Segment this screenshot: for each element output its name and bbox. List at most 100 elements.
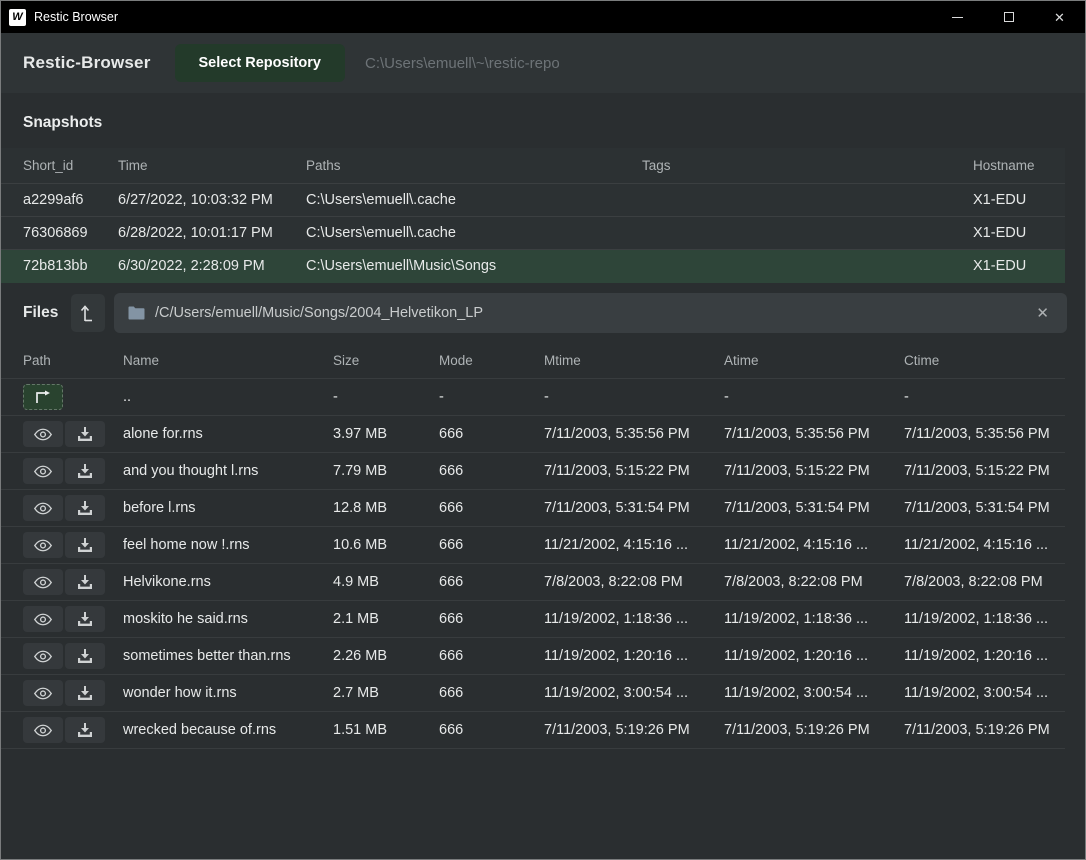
- snapshots-section-title: Snapshots: [1, 93, 1085, 148]
- files-table-body: alone for.rns 3.97 MB 666 7/11/2003, 5:3…: [1, 415, 1065, 748]
- preview-file-button[interactable]: [23, 717, 63, 743]
- file-size: 3.97 MB: [333, 426, 439, 442]
- column-header-path: Path: [23, 353, 123, 368]
- file-mode: 666: [439, 537, 544, 553]
- snapshot-row[interactable]: 76306869 6/28/2022, 10:01:17 PM C:\Users…: [1, 217, 1065, 250]
- snapshot-short-id: 76306869: [23, 225, 118, 241]
- maximize-button[interactable]: [983, 1, 1034, 33]
- download-file-button[interactable]: [65, 569, 105, 595]
- close-button[interactable]: ✕: [1034, 1, 1085, 33]
- app-header: Restic-Browser Select Repository C:\User…: [1, 33, 1085, 93]
- preview-file-button[interactable]: [23, 458, 63, 484]
- file-mtime: -: [544, 389, 724, 405]
- file-name: before l.rns: [123, 500, 333, 516]
- file-size: 10.6 MB: [333, 537, 439, 553]
- file-ctime: 11/21/2002, 4:15:16 ...: [904, 537, 1065, 553]
- file-atime: 11/19/2002, 3:00:54 ...: [724, 685, 904, 701]
- file-mtime: 11/19/2002, 1:20:16 ...: [544, 648, 724, 664]
- file-mtime: 7/8/2003, 8:22:08 PM: [544, 574, 724, 590]
- file-mode: 666: [439, 611, 544, 627]
- snapshot-row[interactable]: a2299af6 6/27/2022, 10:03:32 PM C:\Users…: [1, 184, 1065, 217]
- window-controls: ✕: [932, 1, 1085, 33]
- file-atime: -: [724, 389, 904, 405]
- preview-file-button[interactable]: [23, 680, 63, 706]
- file-size: 12.8 MB: [333, 500, 439, 516]
- file-name: Helvikone.rns: [123, 574, 333, 590]
- clear-path-button[interactable]: ✕: [1032, 302, 1053, 324]
- files-table-header: Path Name Size Mode Mtime Atime Ctime: [1, 343, 1065, 378]
- level-up-icon: [80, 304, 96, 322]
- parent-arrow-icon: [34, 390, 52, 404]
- preview-file-button[interactable]: [23, 569, 63, 595]
- eye-icon: [34, 539, 52, 552]
- download-file-button[interactable]: [65, 680, 105, 706]
- snapshot-row[interactable]: 72b813bb 6/30/2022, 2:28:09 PM C:\Users\…: [1, 250, 1065, 283]
- eye-icon: [34, 428, 52, 441]
- file-size: -: [333, 389, 439, 405]
- eye-icon: [34, 650, 52, 663]
- download-file-button[interactable]: [65, 421, 105, 447]
- snapshot-hostname: X1-EDU: [973, 225, 1065, 241]
- file-size: 1.51 MB: [333, 722, 439, 738]
- preview-file-button[interactable]: [23, 421, 63, 447]
- level-up-button[interactable]: [71, 294, 105, 332]
- column-header-hostname: Hostname: [973, 158, 1065, 173]
- go-to-parent-button[interactable]: [23, 384, 63, 410]
- minimize-button[interactable]: [932, 1, 983, 33]
- file-row: wonder how it.rns 2.7 MB 666 11/19/2002,…: [1, 674, 1065, 711]
- snapshot-paths: C:\Users\emuell\Music\Songs: [306, 258, 642, 274]
- download-file-button[interactable]: [65, 532, 105, 558]
- snapshots-table-header: Short_id Time Paths Tags Hostname: [1, 148, 1065, 184]
- file-mtime: 11/19/2002, 1:18:36 ...: [544, 611, 724, 627]
- download-file-button[interactable]: [65, 495, 105, 521]
- file-mtime: 7/11/2003, 5:31:54 PM: [544, 500, 724, 516]
- wails-app-icon: W: [9, 9, 26, 26]
- file-row: alone for.rns 3.97 MB 666 7/11/2003, 5:3…: [1, 415, 1065, 452]
- download-file-button[interactable]: [65, 458, 105, 484]
- parent-dir-row: .. - - - - -: [1, 378, 1065, 415]
- file-ctime: 7/8/2003, 8:22:08 PM: [904, 574, 1065, 590]
- titlebar: W Restic Browser ✕: [1, 1, 1085, 33]
- column-header-name: Name: [123, 353, 333, 368]
- file-size: 2.7 MB: [333, 685, 439, 701]
- file-mtime: 7/11/2003, 5:15:22 PM: [544, 463, 724, 479]
- preview-file-button[interactable]: [23, 643, 63, 669]
- clear-path-icon: ✕: [1036, 305, 1049, 322]
- file-mode: 666: [439, 500, 544, 516]
- file-mtime: 7/11/2003, 5:35:56 PM: [544, 426, 724, 442]
- download-icon: [77, 538, 93, 553]
- file-ctime: 7/11/2003, 5:35:56 PM: [904, 426, 1065, 442]
- file-ctime: -: [904, 389, 1065, 405]
- folder-icon: [128, 306, 145, 320]
- preview-file-button[interactable]: [23, 606, 63, 632]
- preview-file-button[interactable]: [23, 532, 63, 558]
- snapshot-time: 6/30/2022, 2:28:09 PM: [118, 258, 306, 274]
- column-header-mtime: Mtime: [544, 353, 724, 368]
- file-ctime: 7/11/2003, 5:19:26 PM: [904, 722, 1065, 738]
- repository-path: C:\Users\emuell\~\restic-repo: [365, 55, 560, 72]
- file-size: 4.9 MB: [333, 574, 439, 590]
- download-icon: [77, 464, 93, 479]
- file-mtime: 11/19/2002, 3:00:54 ...: [544, 685, 724, 701]
- download-icon: [77, 575, 93, 590]
- file-row: moskito he said.rns 2.1 MB 666 11/19/200…: [1, 600, 1065, 637]
- file-name: ..: [123, 389, 333, 405]
- file-atime: 11/19/2002, 1:18:36 ...: [724, 611, 904, 627]
- preview-file-button[interactable]: [23, 495, 63, 521]
- snapshot-hostname: X1-EDU: [973, 258, 1065, 274]
- file-name: feel home now !.rns: [123, 537, 333, 553]
- file-mode: 666: [439, 426, 544, 442]
- column-header-paths: Paths: [306, 158, 642, 173]
- file-atime: 7/11/2003, 5:15:22 PM: [724, 463, 904, 479]
- select-repository-button[interactable]: Select Repository: [175, 44, 346, 82]
- download-icon: [77, 686, 93, 701]
- eye-icon: [34, 465, 52, 478]
- download-file-button[interactable]: [65, 717, 105, 743]
- download-file-button[interactable]: [65, 606, 105, 632]
- download-icon: [77, 649, 93, 664]
- file-mtime: 7/11/2003, 5:19:26 PM: [544, 722, 724, 738]
- minimize-icon: [952, 17, 963, 18]
- download-icon: [77, 501, 93, 516]
- file-atime: 7/11/2003, 5:31:54 PM: [724, 500, 904, 516]
- download-file-button[interactable]: [65, 643, 105, 669]
